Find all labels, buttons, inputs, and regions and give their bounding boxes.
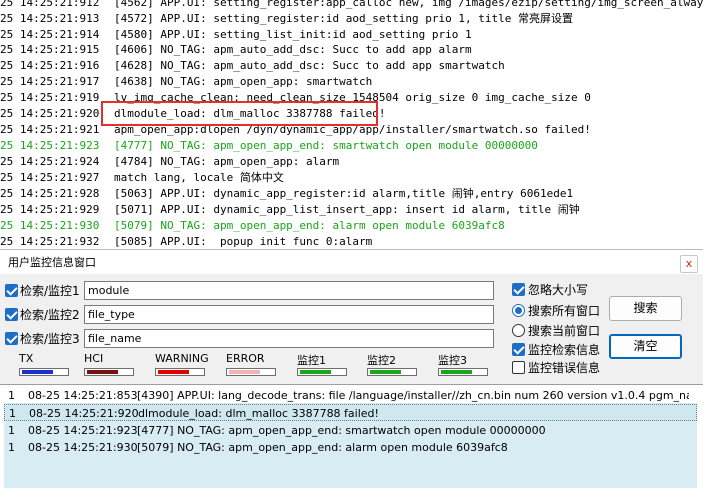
legend-fill <box>22 370 53 374</box>
filter-2-input[interactable] <box>84 305 494 324</box>
result-message: dlmodule_load: dlm_malloc 3387788 failed… <box>138 407 379 420</box>
search-current-label: 搜索当前窗口 <box>528 324 601 338</box>
legend-label: TX <box>19 352 34 365</box>
result-count: 1 <box>8 389 15 402</box>
result-message: [4390] APP.UI: lang_decode_trans: file /… <box>137 389 689 402</box>
legend-swatch <box>438 368 488 376</box>
result-list[interactable]: 1 08-25 14:25:21:853 [4390] APP.UI: lang… <box>0 384 703 488</box>
close-button[interactable]: x <box>680 255 698 273</box>
monitor-error-label: 监控错误信息 <box>528 361 601 375</box>
filter-1-label: 检索/监控1 <box>20 284 80 298</box>
log-message: [4562] APP.UI: setting_register:app_call… <box>114 0 703 9</box>
result-count: 1 <box>8 424 15 437</box>
log-message: lv_img_cache_clean: need_clean_size 1548… <box>114 91 591 104</box>
result-timestamp: 08-25 14:25:21:853 <box>28 389 138 402</box>
legend-swatch <box>297 368 347 376</box>
search-all-radio[interactable] <box>512 304 525 317</box>
clear-button[interactable]: 清空 <box>609 334 682 359</box>
log-message: dlmodule_load: dlm_malloc 3387788 failed… <box>114 107 386 120</box>
result-count: 1 <box>8 441 15 454</box>
filter-3-input[interactable] <box>84 329 494 348</box>
legend-label: 监控2 <box>367 354 396 367</box>
legend-swatch <box>84 368 134 376</box>
filter-3-label: 检索/监控3 <box>20 332 80 346</box>
result-row[interactable]: 1 08-25 14:25:21:930 [5079] NO_TAG: apm_… <box>4 439 697 456</box>
legend-fill <box>87 370 118 374</box>
log-timestamp: 25 14:25:21:920 <box>0 107 100 120</box>
log-timestamp: 25 14:25:21:921 <box>0 123 100 136</box>
legend-label: HCI <box>84 352 104 365</box>
monitor-error-checkbox[interactable] <box>512 361 525 374</box>
ignore-case-checkbox[interactable] <box>512 283 525 296</box>
log-timestamp: 25 14:25:21:928 <box>0 187 100 200</box>
result-message: [4777] NO_TAG: apm_open_app_end: smartwa… <box>137 424 546 437</box>
log-timestamp: 25 14:25:21:924 <box>0 155 100 168</box>
log-viewer[interactable]: 25 14:25:21:912 [4562] APP.UI: setting_re… <box>0 0 703 248</box>
legend-swatch <box>226 368 276 376</box>
log-timestamp: 25 14:25:21:915 <box>0 43 100 56</box>
dialog-title: 用户监控信息窗口 <box>8 256 96 269</box>
log-message: [4638] NO_TAG: apm_open_app: smartwatch <box>114 75 373 88</box>
legend-label: 监控1 <box>297 354 326 367</box>
log-message: [5071] APP.UI: dynamic_app_list_insert_a… <box>114 203 580 216</box>
result-row[interactable]: 1 08-25 14:25:21:853 [4390] APP.UI: lang… <box>4 387 697 404</box>
legend-label: WARNING <box>155 352 209 365</box>
log-timestamp: 25 14:25:21:917 <box>0 75 100 88</box>
result-timestamp: 08-25 14:25:21:920 <box>29 407 139 420</box>
log-message: [4572] APP.UI: setting_register:id aod_s… <box>114 12 573 25</box>
log-timestamp: 25 14:25:21:914 <box>0 28 100 41</box>
log-timestamp: 25 14:25:21:930 <box>0 219 100 232</box>
log-message: [4606] NO_TAG: apm_auto_add_dsc: Succ to… <box>114 43 472 56</box>
result-timestamp: 08-25 14:25:21:923 <box>28 424 138 437</box>
log-message: [5063] APP.UI: dynamic_app_register:id a… <box>114 187 574 200</box>
filter-1-checkbox[interactable] <box>5 284 18 297</box>
ignore-case-label: 忽略大小写 <box>528 283 589 297</box>
legend-swatch <box>155 368 205 376</box>
log-message: [5085] APP.UI: popup init func 0:alarm <box>114 235 373 248</box>
result-message: [5079] NO_TAG: apm_open_app_end: alarm o… <box>137 441 508 454</box>
log-timestamp: 25 14:25:21:927 <box>0 171 100 184</box>
legend-fill <box>300 370 331 374</box>
log-message: [4784] NO_TAG: apm_open_app: alarm <box>114 155 340 168</box>
result-row[interactable]: 1 08-25 14:25:21:920 dlmodule_load: dlm_… <box>4 404 697 421</box>
legend-label: ERROR <box>226 352 265 365</box>
monitor-dialog: 用户监控信息窗口 x 检索/监控1 检索/监控2 检索/监控3 TX HCI W… <box>0 249 703 488</box>
legend-label: 监控3 <box>438 354 467 367</box>
dialog-titlebar[interactable]: 用户监控信息窗口 x <box>0 250 703 274</box>
log-timestamp: 25 14:25:21:932 <box>0 235 100 248</box>
monitor-search-label: 监控检索信息 <box>528 343 601 357</box>
legend-swatch <box>367 368 417 376</box>
log-message: [5079] NO_TAG: apm_open_app_end: alarm o… <box>114 219 505 232</box>
log-message: [4628] NO_TAG: apm_auto_add_dsc: Succ to… <box>114 59 505 72</box>
log-timestamp: 25 14:25:21:912 <box>0 0 100 9</box>
search-all-label: 搜索所有窗口 <box>528 304 601 318</box>
log-timestamp: 25 14:25:21:913 <box>0 12 100 25</box>
search-button[interactable]: 搜索 <box>609 296 682 321</box>
log-timestamp: 25 14:25:21:919 <box>0 91 100 104</box>
log-timestamp: 25 14:25:21:916 <box>0 59 100 72</box>
result-row[interactable]: 1 08-25 14:25:21:923 [4777] NO_TAG: apm_… <box>4 422 697 439</box>
result-timestamp: 08-25 14:25:21:930 <box>28 441 138 454</box>
legend-fill <box>158 370 189 374</box>
log-timestamp: 25 14:25:21:929 <box>0 203 100 216</box>
filter-2-label: 检索/监控2 <box>20 308 80 322</box>
log-message: apm_open_app:dlopen /dyn/dynamic_app/app… <box>114 123 591 136</box>
log-timestamp: 25 14:25:21:923 <box>0 139 100 152</box>
legend-fill <box>441 370 472 374</box>
filter-3-checkbox[interactable] <box>5 332 18 345</box>
legend-fill <box>370 370 401 374</box>
monitor-search-checkbox[interactable] <box>512 343 525 356</box>
search-current-radio[interactable] <box>512 324 525 337</box>
log-message: [4580] APP.UI: setting_list_init:id aod_… <box>114 28 472 41</box>
filter-1-input[interactable] <box>84 281 494 300</box>
filter-2-checkbox[interactable] <box>5 308 18 321</box>
log-message: match lang, locale 简体中文 <box>114 171 284 184</box>
legend-fill <box>229 370 260 374</box>
result-count: 1 <box>9 407 16 420</box>
legend-swatch <box>19 368 69 376</box>
log-message: [4777] NO_TAG: apm_open_app_end: smartwa… <box>114 139 538 152</box>
